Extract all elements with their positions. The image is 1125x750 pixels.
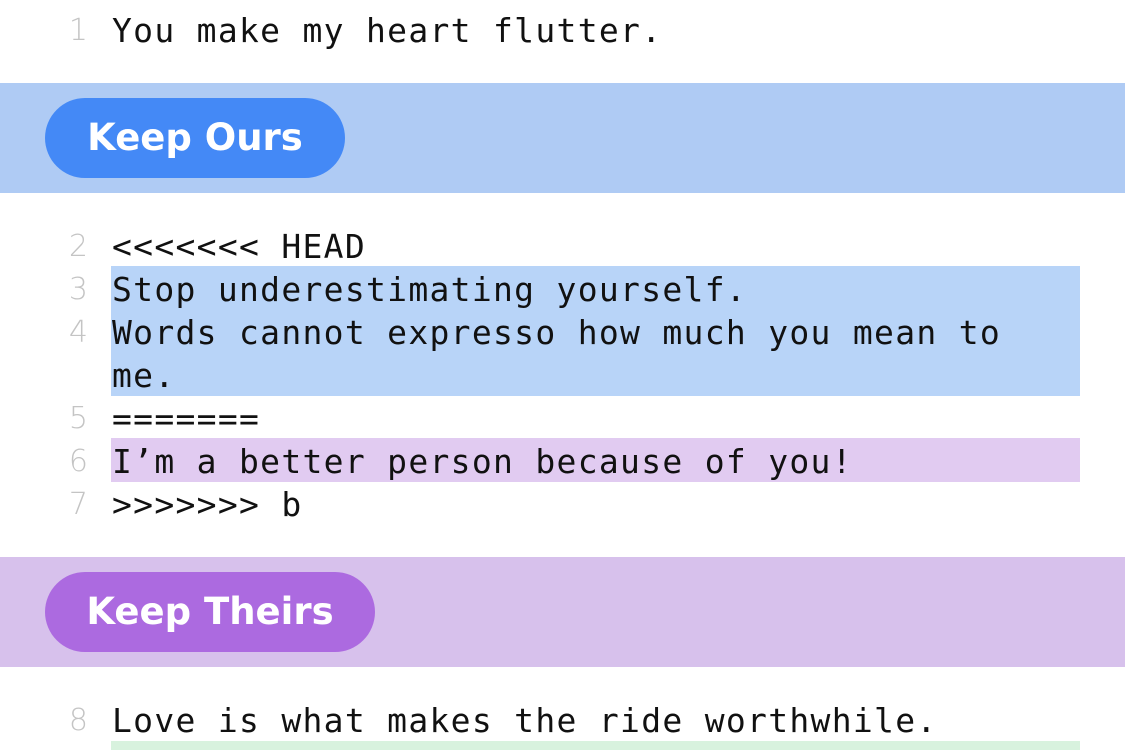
- line-text: Words cannot expresso how much you mean …: [112, 313, 1002, 352]
- conflict-marker-end: 7 >>>>>>> b: [0, 483, 1125, 527]
- line-text: =======: [112, 399, 261, 438]
- line-text: Stop underestimating yourself.: [112, 270, 748, 309]
- keep-ours-bar: Keep Ours: [0, 83, 1125, 193]
- conflict-separator: 5 =======: [0, 397, 1125, 441]
- code-line: 1 You make my heart flutter.: [0, 9, 1125, 53]
- line-number: 3: [68, 272, 88, 307]
- code-line: 8 Love is what makes the ride worthwhile…: [0, 699, 1125, 743]
- line-number: 2: [68, 229, 88, 264]
- keep-theirs-bar: Keep Theirs: [0, 557, 1125, 667]
- keep-theirs-button[interactable]: Keep Theirs: [45, 572, 375, 652]
- line-number: 8: [68, 703, 88, 738]
- line-number: 1: [68, 13, 88, 48]
- added-highlight: [111, 741, 1080, 750]
- keep-ours-button[interactable]: Keep Ours: [45, 98, 345, 178]
- line-text: <<<<<<< HEAD: [112, 227, 367, 266]
- line-number: 4: [68, 315, 88, 350]
- line-text: I’m a better person because of you!: [112, 442, 853, 481]
- line-text: Love is what makes the ride worthwhile.: [112, 701, 938, 740]
- theirs-line: 6 I’m a better person because of you!: [0, 440, 1125, 484]
- line-text: >>>>>>> b: [112, 485, 303, 524]
- merge-conflict-editor: 1 You make my heart flutter. Keep Ours 2…: [0, 0, 1125, 750]
- ours-line: 4 Words cannot expresso how much you mea…: [0, 311, 1125, 355]
- line-number: 5: [68, 401, 88, 436]
- conflict-marker-start: 2 <<<<<<< HEAD: [0, 225, 1125, 269]
- ours-line-wrap: me.: [0, 354, 1125, 398]
- ours-line: 3 Stop underestimating yourself.: [0, 268, 1125, 312]
- line-text: You make my heart flutter.: [112, 11, 663, 50]
- line-number: 6: [68, 444, 88, 479]
- line-number: 7: [68, 487, 88, 522]
- line-text: me.: [112, 356, 176, 395]
